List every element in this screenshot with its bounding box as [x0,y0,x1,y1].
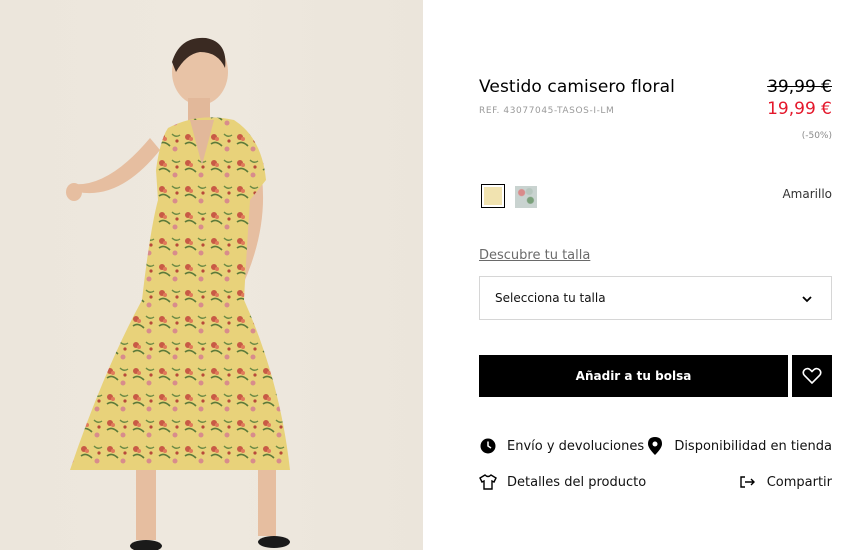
model-illustration [66,37,290,550]
add-to-bag-button[interactable]: Añadir a tu bolsa [479,355,788,397]
chevron-down-icon [802,296,812,303]
original-price: 39,99 € [767,77,832,97]
share-icon [739,473,757,491]
share-label: Compartir [766,474,832,490]
selected-color-label: Amarillo [782,187,832,201]
product-details-link[interactable]: Detalles del producto [479,473,646,491]
sale-price: 19,99 € [767,99,832,119]
size-select-placeholder: Selecciona tu talla [495,291,606,305]
product-photo[interactable] [0,0,423,550]
product-details-label: Detalles del producto [507,474,647,490]
share-link[interactable]: Compartir [739,473,832,491]
shipping-returns-link[interactable]: Envío y devoluciones [479,437,644,455]
size-guide-link[interactable]: Descubre tu talla [479,248,590,263]
shipping-returns-label: Envío y devoluciones [507,438,645,454]
product-reference: REF. 43077045-TASOS-I-LM [479,106,615,116]
store-availability-label: Disponibilidad en tienda [674,438,832,454]
heart-icon [802,367,822,385]
shirt-icon [479,473,497,491]
color-swatch-print[interactable] [515,186,537,208]
color-swatch-yellow[interactable] [481,184,505,208]
store-availability-link[interactable]: Disponibilidad en tienda [646,437,832,455]
wishlist-button[interactable] [792,355,832,397]
clock-icon [479,437,497,455]
discount-badge: (-50%) [801,131,832,141]
product-title: Vestido camisero floral [479,77,675,97]
location-pin-icon [646,437,664,455]
swatch-fill [484,187,502,205]
size-select[interactable]: Selecciona tu talla [479,276,832,320]
